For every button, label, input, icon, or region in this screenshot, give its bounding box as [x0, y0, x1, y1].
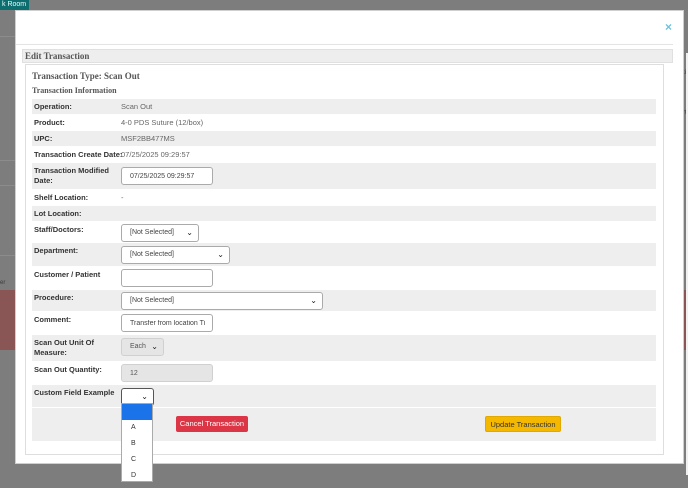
staff-select[interactable]: [Not Selected] ⌄: [121, 224, 199, 242]
background-divider: [0, 185, 15, 186]
dropdown-option-a[interactable]: A: [122, 420, 152, 436]
update-transaction-button[interactable]: Update Transaction: [485, 416, 561, 432]
upc-value: MSF2BB477MS: [121, 134, 175, 143]
unit-of-measure-select[interactable]: Each ⌄: [121, 338, 164, 356]
modal-title: Edit Transaction: [22, 49, 673, 63]
background-highlight: [0, 290, 15, 350]
comment-input[interactable]: [121, 314, 213, 332]
customer-input[interactable]: [121, 269, 213, 287]
row-procedure: Procedure: [Not Selected] ⌄: [32, 290, 656, 311]
cancel-transaction-button[interactable]: Cancel Transaction: [176, 416, 248, 432]
row-lot-location: Lot Location:: [32, 206, 656, 221]
department-label: Department:: [34, 246, 79, 255]
unit-of-measure-label: Scan Out Unit Of Measure:: [34, 338, 94, 357]
background-tab: k Room: [0, 0, 29, 10]
product-label: Product:: [34, 118, 65, 127]
row-staff: Staff/Doctors: [Not Selected] ⌄: [32, 222, 656, 242]
row-upc: UPC: MSF2BB477MS: [32, 131, 656, 146]
custom-field-dropdown: A B C D: [121, 403, 153, 482]
modified-date-label: Transaction Modified Date:: [34, 166, 110, 185]
shelf-location-value: -: [121, 193, 124, 202]
row-operation: Operation: Scan Out: [32, 99, 656, 114]
close-icon[interactable]: ×: [665, 21, 672, 33]
procedure-select-value: [Not Selected]: [130, 297, 174, 304]
row-modified-date: Transaction Modified Date:: [32, 163, 656, 189]
row-quantity: Scan Out Quantity:: [32, 362, 656, 384]
operation-value: Scan Out: [121, 102, 153, 111]
operation-label: Operation:: [34, 102, 72, 111]
row-create-date: Transaction Create Date: 07/25/2025 09:2…: [32, 147, 656, 162]
dropdown-option-blank[interactable]: [122, 404, 152, 420]
background-divider: [0, 255, 15, 256]
transaction-info-title: Transaction Information: [32, 86, 117, 95]
transaction-panel: Transaction Type: Scan Out Transaction I…: [25, 64, 664, 455]
customer-label: Customer / Patient: [34, 270, 101, 279]
row-shelf-location: Shelf Location: -: [32, 190, 656, 205]
modal-divider: [16, 44, 673, 45]
quantity-label: Scan Out Quantity:: [34, 365, 102, 374]
row-product: Product: 4-0 PDS Suture (12/box): [32, 115, 656, 130]
department-select-value: [Not Selected]: [130, 251, 174, 258]
custom-field-label: Custom Field Example: [34, 388, 115, 397]
department-select[interactable]: [Not Selected] ⌄: [121, 246, 230, 264]
transaction-type-title: Transaction Type: Scan Out: [32, 71, 140, 81]
chevron-down-icon: ⌄: [217, 250, 224, 259]
row-department: Department: [Not Selected] ⌄: [32, 243, 656, 266]
quantity-input[interactable]: [121, 364, 213, 382]
dropdown-option-b[interactable]: B: [122, 436, 152, 452]
modified-date-input[interactable]: [121, 167, 213, 185]
dropdown-option-c[interactable]: C: [122, 452, 152, 468]
staff-select-value: [Not Selected]: [130, 229, 174, 236]
lot-location-label: Lot Location:: [34, 209, 82, 218]
shelf-location-label: Shelf Location:: [34, 193, 89, 202]
chevron-down-icon: ⌄: [186, 228, 193, 237]
unit-of-measure-value: Each: [130, 343, 146, 350]
chevron-down-icon: ⌄: [310, 296, 317, 305]
background-text: er: [0, 280, 6, 286]
background-divider: [0, 160, 15, 161]
chevron-down-icon: ⌄: [151, 342, 158, 351]
edit-transaction-modal: × Edit Transaction Transaction Type: Sca…: [15, 10, 688, 475]
procedure-select[interactable]: [Not Selected] ⌄: [121, 292, 323, 310]
comment-label: Comment:: [34, 315, 72, 324]
row-customer: Customer / Patient: [32, 267, 656, 289]
staff-label: Staff/Doctors:: [34, 225, 84, 234]
procedure-label: Procedure:: [34, 293, 74, 302]
row-unit-of-measure: Scan Out Unit Of Measure: Each ⌄: [32, 335, 656, 361]
background-divider: [0, 36, 15, 37]
upc-label: UPC:: [34, 134, 53, 143]
row-comment: Comment:: [32, 312, 656, 334]
dropdown-option-d[interactable]: D: [122, 468, 152, 484]
product-value: 4-0 PDS Suture (12/box): [121, 118, 204, 127]
create-date-value: 07/25/2025 09:29:57: [121, 150, 190, 159]
